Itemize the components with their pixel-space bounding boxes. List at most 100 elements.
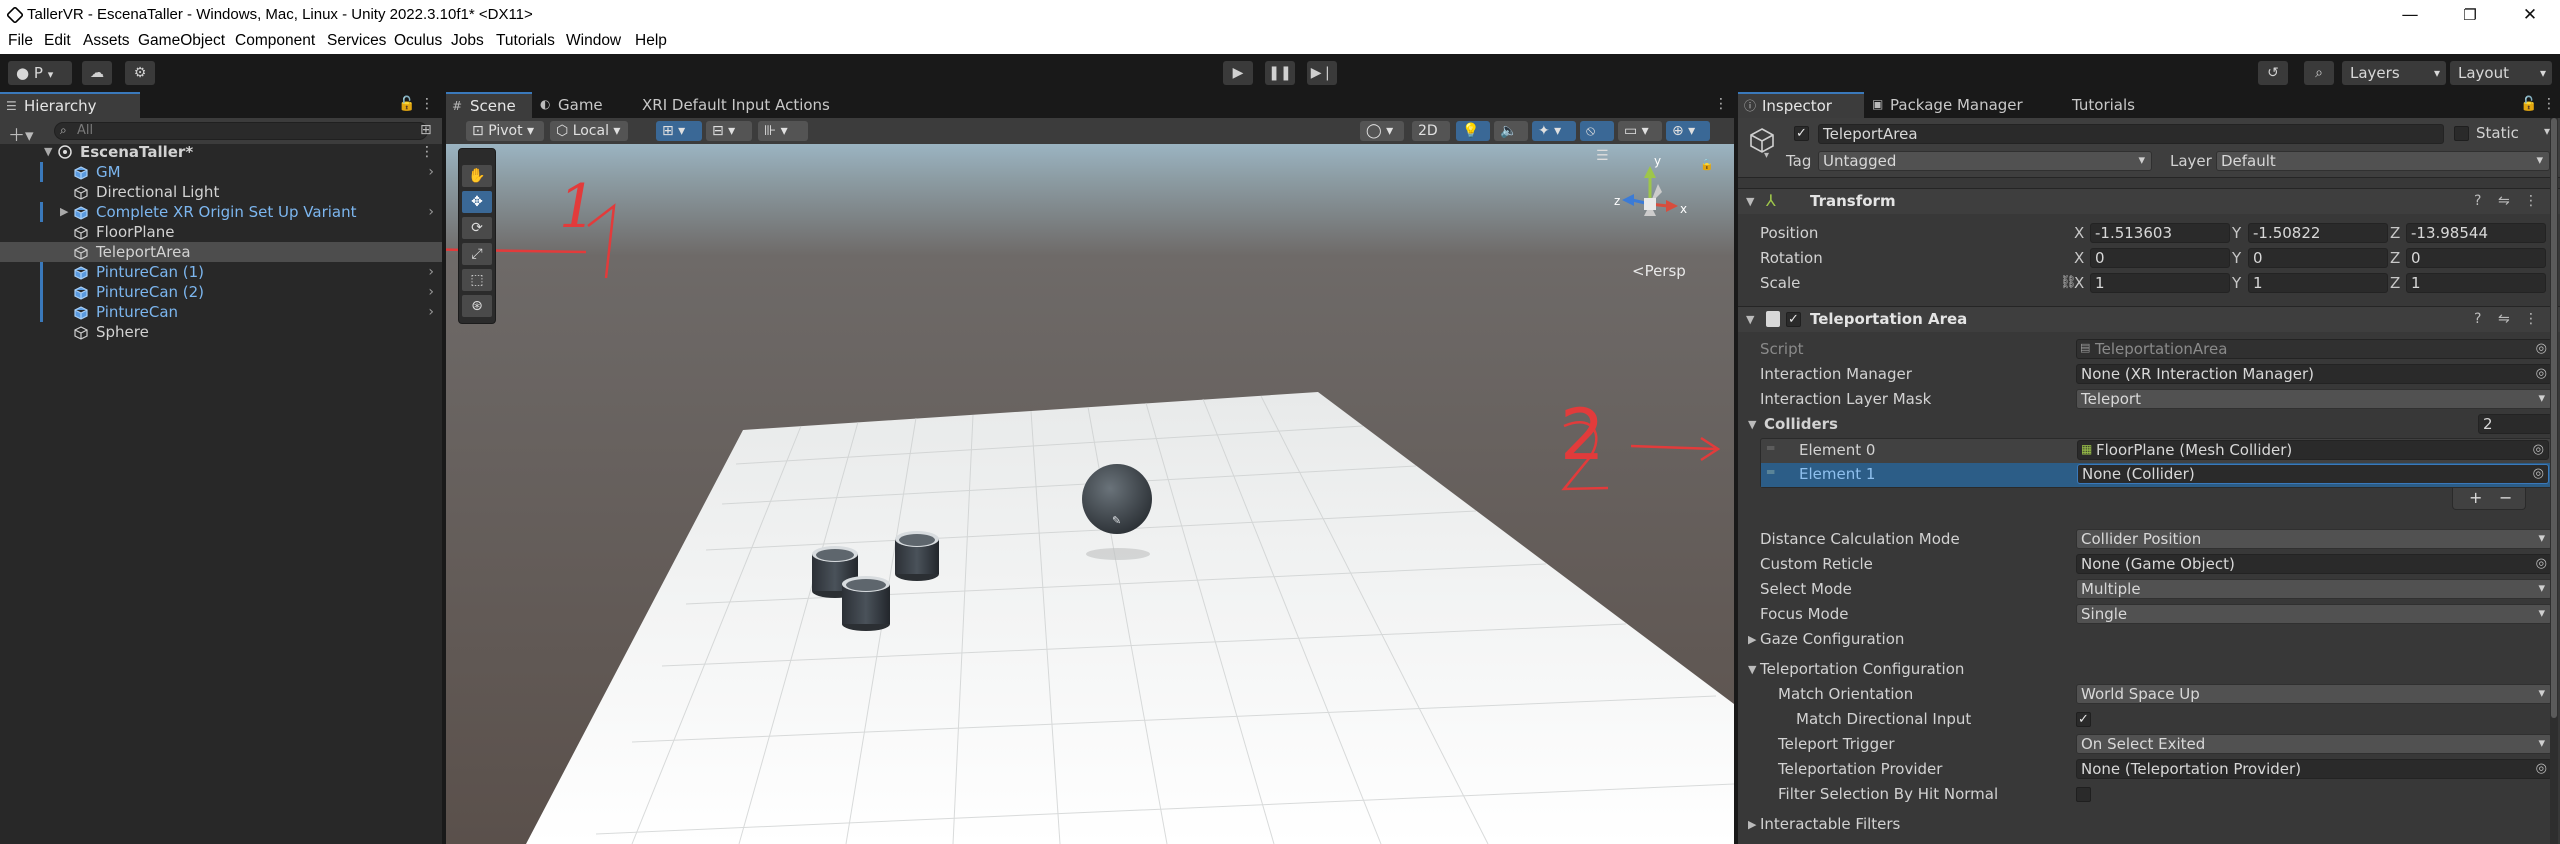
restore-button[interactable]: ❐: [2440, 2, 2500, 28]
hierarchy-item-gm[interactable]: GM ›: [0, 162, 442, 182]
tab-package-manager[interactable]: ▣ Package Manager: [1866, 92, 2046, 118]
scale-tool-icon[interactable]: ⤢: [462, 243, 492, 265]
fold-closed-icon[interactable]: ▶: [1748, 633, 1756, 646]
scene-viewport[interactable]: ✎ ✋ ✥ ⟳ ⤢ ⬚ ⊛ y z x ☰ 🔒 <Persp 1 2: [446, 144, 1734, 844]
rect-tool-icon[interactable]: ⬚: [462, 269, 492, 291]
menu-services[interactable]: Services: [327, 32, 386, 50]
gizmos-icon[interactable]: ⊕ ▾: [1666, 121, 1710, 141]
gizmo-lock-icon[interactable]: 🔒: [1700, 158, 1714, 171]
kebab-menu-icon[interactable]: ⋮: [2542, 96, 2556, 112]
position-z-field[interactable]: -13.98544: [2406, 223, 2546, 243]
tab-tutorials[interactable]: Tutorials: [2048, 92, 2148, 118]
grid-snap-button[interactable]: ⊞ ▾: [656, 121, 702, 141]
chevron-right-icon[interactable]: ›: [428, 202, 434, 222]
pivot-dropdown[interactable]: ⊡ Pivot ▾: [466, 121, 544, 141]
transform-tool-icon[interactable]: ⊛: [462, 295, 492, 317]
kebab-menu-icon[interactable]: ⋮: [2524, 193, 2538, 209]
scale-z-field[interactable]: 1: [2406, 273, 2546, 293]
chevron-down-icon[interactable]: ▾: [1764, 150, 1769, 161]
drag-handle-icon[interactable]: ═: [1767, 441, 1774, 455]
kebab-menu-icon[interactable]: ⋮: [2524, 311, 2538, 327]
object-active-checkbox[interactable]: ✓: [1794, 126, 1809, 141]
position-x-field[interactable]: -1.513603: [2090, 223, 2230, 243]
help-icon[interactable]: ?: [2474, 311, 2481, 327]
scale-z-axis-label[interactable]: Z: [2390, 274, 2400, 292]
audio-icon[interactable]: 🔈: [1494, 121, 1528, 141]
tab-xri-input-actions[interactable]: XRI Default Input Actions (...: [618, 92, 858, 140]
rotation-x-axis-label[interactable]: X: [2074, 249, 2084, 267]
interaction-layer-mask-dropdown[interactable]: Teleport: [2076, 389, 2552, 409]
menu-edit[interactable]: Edit: [44, 32, 71, 50]
menu-file[interactable]: File: [8, 32, 33, 50]
lighting-icon[interactable]: 💡: [1456, 121, 1490, 141]
match-directional-input-checkbox[interactable]: ✓: [2076, 712, 2091, 727]
teleportation-configuration-foldout[interactable]: Teleportation Configuration: [1760, 660, 1964, 678]
effects-icon[interactable]: ✦ ▾: [1532, 121, 1576, 141]
undo-history-icon[interactable]: ↺: [2258, 61, 2288, 85]
match-orientation-dropdown[interactable]: World Space Up: [2076, 684, 2552, 704]
collider-element-1[interactable]: ═ Element 1 None (Collider): [1761, 463, 2551, 487]
move-tool-icon[interactable]: ✥: [462, 191, 492, 213]
teleportation-provider-field[interactable]: None (Teleportation Provider): [2076, 759, 2552, 779]
colliders-size-field[interactable]: 2: [2478, 414, 2552, 434]
component-enabled-checkbox[interactable]: ✓: [1786, 312, 1801, 327]
presets-icon[interactable]: ⇋: [2498, 193, 2510, 209]
view-tool-hand-icon[interactable]: ✋: [462, 165, 492, 187]
menu-component[interactable]: Component: [235, 32, 315, 50]
hierarchy-search-input[interactable]: All: [54, 122, 428, 140]
fold-closed-icon[interactable]: ▶: [60, 202, 68, 222]
draw-mode-button[interactable]: ◯ ▾: [1360, 121, 1404, 141]
element0-field[interactable]: FloorPlane (Mesh Collider): [2077, 440, 2549, 460]
teleport-trigger-dropdown[interactable]: On Select Exited: [2076, 734, 2552, 754]
account-dropdown[interactable]: ● P ▾: [8, 61, 72, 85]
interactable-filters-foldout[interactable]: Interactable Filters: [1760, 815, 1900, 833]
play-button[interactable]: ▶: [1223, 61, 1253, 85]
kebab-menu-icon[interactable]: ⋮: [420, 96, 434, 112]
drag-handle-icon[interactable]: ═: [1767, 465, 1774, 479]
scale-x-axis-label[interactable]: X: [2074, 274, 2084, 292]
custom-reticle-field[interactable]: None (Game Object): [2076, 554, 2552, 574]
scrollbar-thumb[interactable]: [2551, 118, 2557, 718]
tag-dropdown[interactable]: Untagged: [1818, 151, 2152, 171]
kebab-menu-icon[interactable]: ⋮: [420, 142, 434, 162]
filter-selection-checkbox[interactable]: [2076, 787, 2091, 802]
menu-assets[interactable]: Assets: [83, 32, 130, 50]
focus-mode-dropdown[interactable]: Single: [2076, 604, 2552, 624]
gaze-configuration-foldout[interactable]: Gaze Configuration: [1760, 630, 1904, 648]
lock-icon[interactable]: 🔓: [2520, 96, 2537, 112]
collab-gear-icon[interactable]: ⚙: [125, 61, 155, 85]
rotation-y-axis-label[interactable]: Y: [2232, 249, 2241, 267]
gizmo-menu-icon[interactable]: ☰: [1596, 148, 1609, 164]
hierarchy-item-teleportarea[interactable]: TeleportArea: [0, 242, 442, 262]
rotation-x-field[interactable]: 0: [2090, 248, 2230, 268]
element1-field[interactable]: None (Collider): [2077, 464, 2549, 484]
step-button[interactable]: ▶❘: [1307, 61, 1337, 85]
tab-inspector[interactable]: ⓘ Inspector: [1738, 92, 1864, 118]
layers-dropdown[interactable]: Layers ▾: [2342, 61, 2446, 85]
static-checkbox[interactable]: [2454, 126, 2469, 141]
camera-settings-icon[interactable]: ▭ ▾: [1618, 121, 1662, 141]
scale-y-field[interactable]: 1: [2248, 273, 2388, 293]
transform-component-header[interactable]: ▼ ⅄ Transform ? ⇋ ⋮: [1738, 188, 2560, 214]
layout-dropdown[interactable]: Layout ▾: [2450, 61, 2552, 85]
tab-game[interactable]: ◐ Game: [534, 92, 610, 118]
pinturecan-2-object[interactable]: [842, 576, 890, 631]
menu-window[interactable]: Window: [566, 32, 621, 50]
fold-open-icon[interactable]: ▼: [1746, 313, 1754, 326]
search-icon[interactable]: ⌕: [2304, 61, 2334, 85]
distance-calc-dropdown[interactable]: Collider Position: [2076, 529, 2552, 549]
chevron-right-icon[interactable]: ›: [428, 162, 434, 182]
object-name-field[interactable]: TeleportArea: [1818, 124, 2444, 144]
hierarchy-item-pinturecan-1[interactable]: PintureCan (1) ›: [0, 262, 442, 282]
lock-icon[interactable]: 🔓: [398, 96, 415, 112]
fold-open-icon[interactable]: ▼: [1748, 663, 1756, 676]
tab-scene[interactable]: # Scene: [446, 92, 532, 118]
rotate-tool-icon[interactable]: ⟳: [462, 217, 492, 239]
filter-icon[interactable]: ⊞: [420, 122, 432, 138]
presets-icon[interactable]: ⇋: [2498, 311, 2510, 327]
cloud-icon[interactable]: ☁: [82, 61, 112, 85]
increment-snap-button[interactable]: ⊪ ▾: [758, 121, 808, 141]
rotation-y-field[interactable]: 0: [2248, 248, 2388, 268]
grid-visibility-button[interactable]: ⊟ ▾: [706, 121, 752, 141]
rotation-z-field[interactable]: 0: [2406, 248, 2546, 268]
